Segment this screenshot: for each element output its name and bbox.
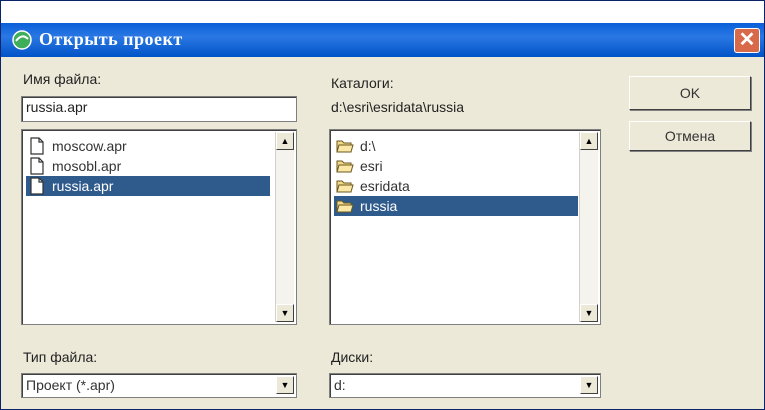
list-item-label: mosobl.apr [52, 158, 122, 174]
directory-label: Каталоги: [331, 75, 394, 91]
file-name-input[interactable]: russia.apr [21, 96, 297, 122]
directory-listbox[interactable]: d:\ esri esridata russia ▲ ▼ [329, 129, 601, 325]
list-item-label: russia.apr [52, 178, 114, 194]
close-button[interactable]: ✕ [734, 28, 760, 53]
directory-list-scrollbar[interactable]: ▲ ▼ [579, 132, 598, 322]
list-item[interactable]: moscow.apr [26, 136, 270, 156]
file-icon [30, 157, 44, 175]
list-item[interactable]: russia [334, 196, 578, 216]
drives-select[interactable]: d: ▼ [329, 373, 601, 398]
folder-open-icon [336, 200, 354, 213]
list-item-label: esridata [360, 178, 410, 194]
file-type-value: Проект (*.apr) [26, 377, 115, 393]
ok-button[interactable]: OK [629, 76, 751, 110]
folder-open-icon [336, 160, 354, 173]
scroll-down-button[interactable]: ▼ [276, 304, 294, 322]
dialog-title: Открыть проект [39, 29, 183, 49]
scroll-down-icon: ▼ [280, 308, 290, 318]
list-item[interactable]: d:\ [334, 136, 578, 156]
drives-dropdown-button[interactable]: ▼ [580, 376, 598, 394]
scroll-up-button[interactable]: ▲ [276, 132, 294, 150]
close-icon: ✕ [738, 29, 756, 51]
list-item-label: d:\ [360, 138, 376, 154]
drives-label: Диски: [331, 349, 374, 365]
file-type-label: Тип файла: [23, 349, 98, 365]
scroll-down-icon: ▼ [584, 308, 594, 318]
scroll-down-button[interactable]: ▼ [580, 304, 598, 322]
file-type-dropdown-button[interactable]: ▼ [276, 376, 294, 394]
file-listbox[interactable]: moscow.apr mosobl.apr russia.apr ▲ ▼ [21, 129, 297, 325]
folder-open-icon [336, 140, 354, 153]
chevron-down-icon: ▼ [280, 380, 290, 390]
scroll-up-button[interactable]: ▲ [580, 132, 598, 150]
cancel-button[interactable]: Отмена [629, 121, 751, 151]
file-name-label: Имя файла: [23, 71, 102, 87]
file-list-scrollbar[interactable]: ▲ ▼ [275, 132, 294, 322]
chevron-down-icon: ▼ [584, 380, 594, 390]
directory-path: d:\esri\esridata\russia [331, 99, 465, 115]
list-item-label: esri [360, 158, 383, 174]
scroll-up-icon: ▲ [280, 136, 290, 146]
open-project-dialog: Открыть проект ✕ Имя файла: russia.apr m… [0, 0, 765, 410]
list-item[interactable]: esridata [334, 176, 578, 196]
list-item-label: moscow.apr [52, 138, 127, 154]
list-item-label: russia [360, 198, 398, 214]
file-icon [30, 177, 44, 195]
folder-open-icon [336, 180, 354, 193]
arcview-project-icon [12, 30, 32, 50]
drives-value: d: [334, 377, 346, 393]
top-strip [1, 1, 764, 23]
list-item[interactable]: esri [334, 156, 578, 176]
title-bar[interactable]: Открыть проект ✕ [1, 23, 764, 57]
list-item[interactable]: russia.apr [26, 176, 270, 196]
file-icon [30, 137, 44, 155]
scroll-up-icon: ▲ [584, 136, 594, 146]
list-item[interactable]: mosobl.apr [26, 156, 270, 176]
file-type-select[interactable]: Проект (*.apr) ▼ [21, 373, 297, 398]
